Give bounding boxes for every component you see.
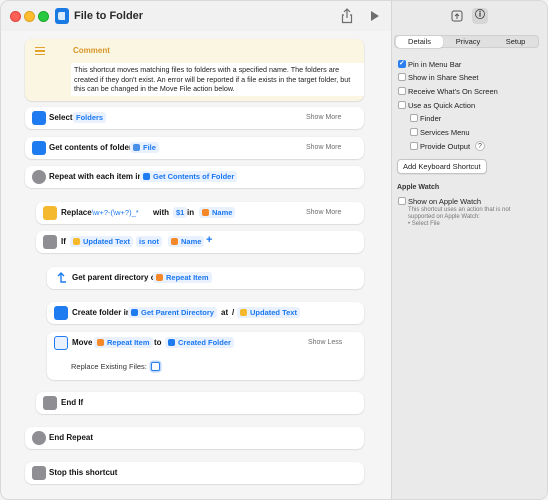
select-file-action[interactable]: Select Folders Show More: [25, 107, 364, 129]
title-bar: File to Folder: [1, 1, 391, 31]
services-menu-label: Services Menu: [420, 128, 470, 137]
list-icon: [32, 141, 46, 155]
dollar-one-token[interactable]: $1: [173, 207, 188, 218]
if-label: If: [61, 237, 66, 246]
get-contents-token[interactable]: Get Contents of Folder: [140, 171, 238, 182]
apple-watch-label: Show on Apple Watch: [408, 197, 482, 206]
share-sheet-label: Show in Share Sheet: [408, 73, 479, 82]
run-icon[interactable]: [370, 10, 380, 22]
show-more-link[interactable]: Show More: [306, 209, 341, 216]
move-label: Move: [72, 338, 93, 347]
repeat-icon: [32, 431, 46, 445]
replace-text-action[interactable]: Replace \w+?-(\w+?)_* with $1 in Name Sh…: [36, 202, 364, 224]
if-icon: [43, 235, 57, 249]
quick-action-label: Use as Quick Action: [408, 101, 476, 110]
to-label: to: [154, 338, 162, 347]
get-parent-action[interactable]: Get parent directory of Repeat Item: [47, 267, 364, 289]
end-if-action[interactable]: End If: [36, 392, 364, 414]
name-token[interactable]: Name: [168, 236, 205, 247]
share-sheet-checkbox[interactable]: [398, 73, 406, 81]
end-repeat-label: End Repeat: [49, 433, 94, 442]
move-file-action[interactable]: Move Repeat Item to Created Folder Show …: [47, 332, 364, 380]
info-icon[interactable]: ⓘ: [472, 8, 488, 24]
receive-screen-label: Receive What's On Screen: [408, 87, 498, 96]
stop-label: Stop this shortcut: [49, 468, 118, 477]
file-token[interactable]: File: [130, 142, 159, 153]
if-action[interactable]: If Updated Text is not Name +: [36, 231, 364, 253]
end-if-label: End If: [61, 398, 84, 407]
repeat-label: Repeat with each item in: [49, 172, 143, 181]
comment-action[interactable]: Comment This shortcut moves matching fil…: [25, 39, 364, 101]
comment-text[interactable]: This shortcut moves matching files to fo…: [71, 63, 364, 96]
replace-existing-label: Replace Existing Files:: [71, 362, 147, 371]
minimize-button[interactable]: [24, 11, 35, 22]
if-icon: [43, 396, 57, 410]
watch-note-line3: • Select File: [408, 221, 440, 227]
provide-output-checkbox[interactable]: [410, 142, 418, 150]
pin-menu-bar-checkbox[interactable]: [398, 59, 406, 68]
quick-action-checkbox[interactable]: [398, 101, 406, 109]
at-label: at: [221, 308, 229, 317]
file-icon: [32, 111, 46, 125]
tab-privacy[interactable]: Privacy: [444, 36, 492, 48]
show-less-link[interactable]: Show Less: [308, 339, 342, 346]
parent-directory-token[interactable]: Get Parent Directory: [128, 307, 217, 318]
with-label: with: [153, 208, 169, 217]
share-icon[interactable]: [340, 8, 354, 24]
add-keyboard-shortcut-button[interactable]: Add Keyboard Shortcut: [397, 159, 487, 174]
stop-icon: [32, 466, 46, 480]
create-folder-label: Create folder in: [72, 308, 131, 317]
close-button[interactable]: [10, 11, 21, 22]
apple-watch-heading: Apple Watch: [397, 184, 440, 191]
condition-token[interactable]: is not: [136, 236, 162, 247]
inspector-tabs: Details Privacy Setup: [394, 35, 539, 48]
receive-screen-checkbox[interactable]: [398, 87, 406, 95]
finder-checkbox[interactable]: [410, 114, 418, 122]
finder-label: Finder: [420, 114, 442, 123]
repeat-action[interactable]: Repeat with each item in Get Contents of…: [25, 166, 364, 188]
pin-menu-bar-label: Pin in Menu Bar: [408, 60, 462, 69]
updated-text-token[interactable]: Updated Text: [70, 236, 133, 247]
services-menu-checkbox[interactable]: [410, 128, 418, 136]
zoom-button[interactable]: [38, 11, 49, 22]
help-button[interactable]: ?: [475, 141, 485, 151]
parent-directory-icon: [54, 271, 68, 285]
show-more-link[interactable]: Show More: [306, 144, 341, 151]
create-folder-action[interactable]: Create folder in Get Parent Directory at…: [47, 302, 364, 324]
add-condition-button[interactable]: +: [206, 234, 212, 246]
get-parent-label: Get parent directory of: [72, 273, 159, 282]
end-repeat-action[interactable]: End Repeat: [25, 427, 364, 449]
repeat-item-token[interactable]: Repeat Item: [153, 272, 212, 283]
apple-watch-checkbox[interactable]: [398, 197, 406, 205]
tab-details[interactable]: Details: [396, 36, 443, 48]
comment-label: Comment: [73, 46, 110, 55]
action-library-icon[interactable]: [451, 10, 463, 22]
shortcuts-window: File to Folder Comment This shortcut mov…: [0, 0, 548, 500]
folder-icon: [54, 306, 68, 320]
get-contents-label: Get contents of folder: [49, 143, 133, 152]
folders-token[interactable]: Folders: [73, 112, 107, 123]
updated-text-token[interactable]: Updated Text: [237, 307, 300, 318]
in-label: in: [187, 208, 195, 217]
slash-label: /: [232, 308, 235, 317]
move-icon: [54, 336, 68, 350]
shortcut-editor: Comment This shortcut moves matching fil…: [1, 31, 391, 499]
replace-existing-checkbox[interactable]: [151, 362, 160, 371]
repeat-icon: [32, 170, 46, 184]
pattern-token[interactable]: \w+?-(\w+?)_*: [92, 207, 139, 218]
repeat-item-token[interactable]: Repeat Item: [94, 337, 153, 348]
text-icon: [43, 206, 57, 220]
created-folder-token[interactable]: Created Folder: [165, 337, 234, 348]
finder-app-icon: [55, 8, 69, 24]
window-title: File to Folder: [74, 10, 144, 22]
stop-action[interactable]: Stop this shortcut: [25, 462, 364, 484]
select-label: Select: [49, 113, 73, 122]
get-contents-action[interactable]: Get contents of folder File Show More: [25, 137, 364, 159]
tab-setup[interactable]: Setup: [492, 36, 539, 48]
show-more-link[interactable]: Show More: [306, 114, 341, 121]
comment-icon: [35, 47, 45, 56]
replace-label: Replace: [61, 208, 92, 217]
name-token[interactable]: Name: [199, 207, 236, 218]
provide-output-label: Provide Output: [420, 142, 471, 151]
